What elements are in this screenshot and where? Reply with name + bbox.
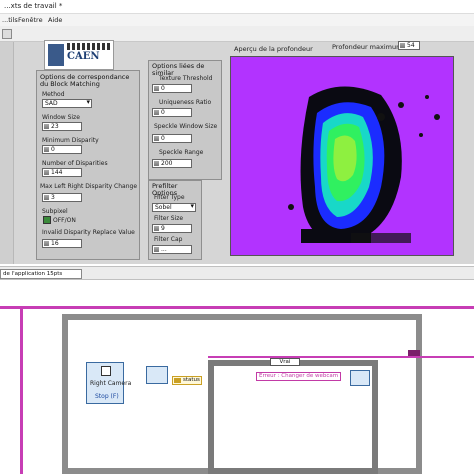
status-indicator[interactable]: status <box>172 376 202 385</box>
invalid-disparity-label: Invalid Disparity Replace Value <box>42 229 135 236</box>
texture-threshold-input[interactable]: 0 <box>152 84 192 93</box>
subpixel-toggle-label: OFF/ON <box>53 217 76 224</box>
wire-error <box>208 356 474 358</box>
subpixel-label: Subpixel <box>42 208 68 215</box>
menu-tools[interactable]: ...tils <box>2 16 18 24</box>
speckle-range-label: Speckle Range <box>159 149 204 156</box>
logo-text: CAEN <box>67 51 100 62</box>
stop-label: Stop (F) <box>95 393 119 400</box>
filter-size-label: Filter Size <box>154 215 184 222</box>
max-depth-input[interactable]: 54 <box>398 41 420 50</box>
window-size-input[interactable]: 23 <box>42 122 82 131</box>
logo-pattern <box>67 43 111 50</box>
window-title: ...xts de travail * <box>4 2 63 10</box>
camera-label: Right Camera <box>90 380 132 387</box>
filter-type-dropdown[interactable]: Sobel <box>152 203 196 212</box>
filter-cap-input[interactable]: ... <box>152 245 192 254</box>
menu-window[interactable]: Fenêtre <box>18 16 43 24</box>
texture-threshold-label: Texture Threshold <box>159 75 213 82</box>
speckle-window-size-input[interactable]: 0 <box>152 134 192 143</box>
error-string-constant[interactable]: Erreur : Changer de webcam <box>256 372 342 381</box>
uniqueness-ratio-label: Uniqueness Ratio <box>159 99 212 106</box>
filter-type-label: Filter Type <box>154 194 185 201</box>
font-select[interactable]: de l'application 15pts <box>0 269 82 279</box>
prefilter-panel: Prefilter Options Filter Type Sobel Filt… <box>148 180 202 260</box>
camera-icon <box>101 366 111 376</box>
method-label: Method <box>42 91 65 98</box>
method-dropdown[interactable]: SAD <box>42 99 92 108</box>
logo-mark-icon <box>48 44 64 66</box>
depth-map-graphic <box>231 57 453 255</box>
min-disparity-input[interactable]: 0 <box>42 145 82 154</box>
block-diagram-toolbar: de l'application 15pts <box>0 266 474 280</box>
case-selector[interactable]: Vrai <box>270 358 300 366</box>
uniqueness-ratio-input[interactable]: 0 <box>152 108 192 117</box>
filter-panel: Options liées de similar Texture Thresho… <box>148 60 222 180</box>
dialog-node[interactable] <box>350 370 370 386</box>
front-panel-left-strip <box>0 42 14 264</box>
wire-top <box>0 306 474 309</box>
unbundle-node[interactable] <box>146 366 168 384</box>
max-lr-disparity-label: Max Left Right Disparity Change <box>40 183 138 190</box>
run-arrow-icon[interactable] <box>2 29 12 39</box>
filter-cap-label: Filter Cap <box>154 236 183 243</box>
min-disparity-label: Minimum Disparity <box>42 137 99 144</box>
speckle-window-size-label: Speckle Window Size <box>154 123 218 130</box>
menu-help[interactable]: Aide <box>48 16 62 24</box>
depth-map-image <box>230 56 454 256</box>
max-depth-label: Profondeur maximum <box>332 43 403 51</box>
num-disparities-label: Number of Disparities <box>42 160 108 167</box>
invalid-disparity-input[interactable]: 16 <box>42 239 82 248</box>
max-lr-disparity-input[interactable]: 3 <box>42 193 82 202</box>
window-size-label: Window Size <box>42 114 80 121</box>
subpixel-toggle[interactable] <box>43 216 51 224</box>
camera-node[interactable]: Right Camera Stop (F) <box>86 362 131 404</box>
wire-left <box>20 306 23 474</box>
block-diagram: Right Camera Stop (F) status Vrai Erreur… <box>0 280 474 474</box>
logo: CAEN <box>44 40 114 70</box>
speckle-range-input[interactable]: 200 <box>152 159 192 168</box>
depth-preview-label: Aperçu de la profondeur <box>234 45 313 53</box>
num-disparities-input[interactable]: 144 <box>42 168 82 177</box>
title-bar: ...xts de travail * <box>0 0 474 14</box>
block-matching-panel: Options de correspondance du Block Match… <box>36 70 140 260</box>
block-matching-title: Options de correspondance du Block Match… <box>40 73 130 88</box>
menu-bar: ...tils Fenêtre Aide <box>0 14 474 26</box>
filter-size-input[interactable]: 9 <box>152 224 192 233</box>
